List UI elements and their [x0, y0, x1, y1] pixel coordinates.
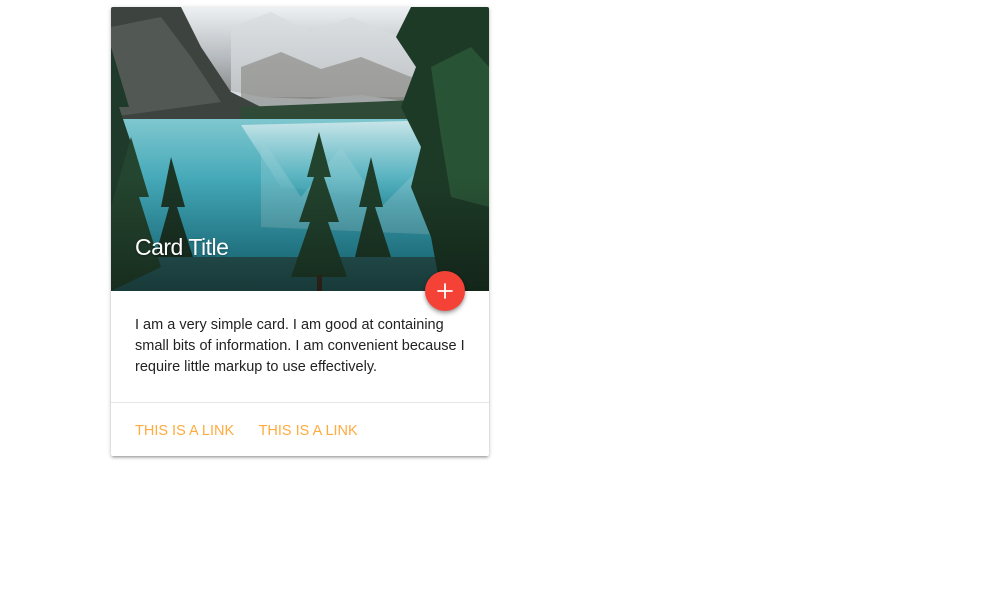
- card-title: Card Title: [135, 234, 229, 260]
- card-actions: THIS IS A LINK THIS IS A LINK: [135, 421, 378, 441]
- card-link-1[interactable]: THIS IS A LINK: [135, 421, 234, 441]
- card-content: I am a very simple card. I am good at co…: [135, 317, 465, 375]
- card: Card Title I am a very simple card. I am…: [111, 7, 489, 456]
- card-divider: [111, 402, 489, 403]
- add-button[interactable]: [425, 271, 465, 311]
- card-link-2[interactable]: THIS IS A LINK: [259, 421, 358, 441]
- plus-icon: [437, 283, 453, 299]
- card-image: Card Title: [111, 7, 489, 291]
